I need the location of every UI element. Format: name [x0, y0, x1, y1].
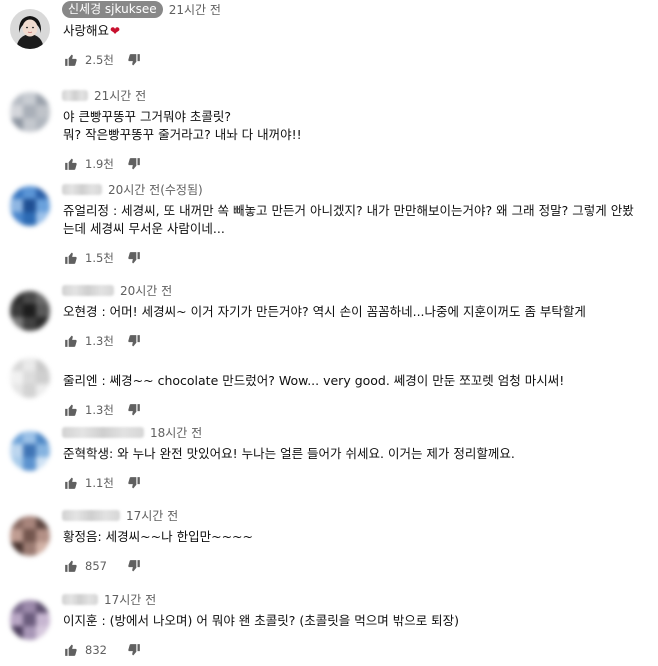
like-count: 857	[85, 559, 107, 573]
avatar[interactable]	[10, 291, 50, 331]
comment-text-line: 쥬얼리정 : 세경씨, 또 내꺼만 쏙 빼놓고 만든거 아니겠지? 내가 만만해…	[63, 202, 653, 220]
avatar[interactable]	[10, 186, 50, 226]
comment-text-content: 황정음: 세경씨~~나 한입만~~~~	[63, 529, 254, 544]
comment-text-content: 뭐? 작은빵꾸똥꾸 줄거라고? 내놔 다 내꺼야!!	[63, 127, 302, 142]
author-name-redacted[interactable]	[62, 426, 144, 438]
thumbs-down-icon[interactable]	[127, 643, 141, 657]
comment-actions: 857	[64, 558, 141, 574]
comment-text-line: 사랑해요❤	[63, 22, 653, 40]
author-name-redacted[interactable]	[62, 284, 114, 296]
thumbs-down-icon[interactable]	[127, 334, 141, 348]
comment-actions: 1.9천	[64, 156, 141, 172]
timestamp[interactable]: 21시간 전	[169, 1, 221, 18]
timestamp[interactable]: 20시간 전	[120, 282, 172, 299]
thumbs-up-icon[interactable]	[64, 559, 78, 573]
comment-text: 쥬얼리정 : 세경씨, 또 내꺼만 쏙 빼놓고 만든거 아니겠지? 내가 만만해…	[63, 202, 653, 238]
like-count: 832	[85, 643, 107, 657]
thumbs-up-icon[interactable]	[64, 643, 78, 657]
thumbs-up-icon[interactable]	[64, 53, 78, 67]
like-count: 1.3천	[85, 403, 114, 417]
comment-text-content: 이지훈 : (방에서 나오며) 어 뭐야 왠 초콜릿? (초콜릿을 먹으며 밖으…	[63, 613, 460, 628]
comment-text-content: 줄리엔 : 쎄경~~ chocolate 만드렀어? Wow... very g…	[63, 373, 565, 388]
comment-text-line: 이지훈 : (방에서 나오며) 어 뭐야 왠 초콜릿? (초콜릿을 먹으며 밖으…	[63, 612, 653, 630]
comment-text-line: 는데 세경씨 무서운 사람이네...	[63, 220, 653, 238]
author-name-redacted[interactable]	[62, 89, 88, 101]
thumbs-down-icon[interactable]	[127, 251, 141, 265]
avatar[interactable]	[10, 431, 50, 471]
comment-header: 17시간 전	[62, 590, 156, 608]
thumbs-down-icon[interactable]	[127, 157, 141, 171]
timestamp[interactable]: 17시간 전	[104, 591, 156, 608]
timestamp[interactable]: 20시간 전(수정됨)	[108, 181, 203, 198]
thumbs-up-icon[interactable]	[64, 334, 78, 348]
comment-text-content: 오현경 : 어머! 세경씨~ 이거 자기가 만든거야? 역시 손이 꼼꼼하네..…	[63, 304, 586, 319]
like-count: 1.9천	[85, 157, 114, 171]
comment-header: 18시간 전	[62, 423, 202, 441]
heart-icon: ❤	[110, 24, 121, 38]
timestamp[interactable]: 21시간 전	[94, 87, 146, 104]
comment-text: 사랑해요❤	[63, 22, 653, 40]
comment-text: 야 큰빵꾸똥꾸 그거뭐야 초콜릿? 뭐? 작은빵꾸똥꾸 줄거라고? 내놔 다 내꺼…	[63, 108, 653, 144]
comment-text-content: 쥬얼리정 : 세경씨, 또 내꺼만 쏙 빼놓고 만든거 아니겠지? 내가 만만해…	[63, 203, 634, 218]
author-name-redacted[interactable]	[62, 183, 102, 195]
thumbs-down-icon[interactable]	[127, 53, 141, 67]
comment-text-line: 뭐? 작은빵꾸똥꾸 줄거라고? 내놔 다 내꺼야!!	[63, 126, 653, 144]
comment-text: 이지훈 : (방에서 나오며) 어 뭐야 왠 초콜릿? (초콜릿을 먹으며 밖으…	[63, 612, 653, 630]
comment-text-line: 준혁학생: 와 누나 완전 맛있어요! 누나는 얼른 들어가 쉬세요. 이거는 …	[63, 445, 653, 463]
comment-text: 오현경 : 어머! 세경씨~ 이거 자기가 만든거야? 역시 손이 꼼꼼하네..…	[63, 303, 653, 321]
comment-text-content: 야 큰빵꾸똥꾸 그거뭐야 초콜릿?	[63, 109, 232, 124]
timestamp[interactable]: 17시간 전	[126, 507, 178, 524]
comment-actions: 2.5천	[64, 52, 141, 68]
avatar[interactable]	[10, 600, 50, 640]
comment-text-content: 는데 세경씨 무서운 사람이네...	[63, 221, 225, 236]
like-count: 1.5천	[85, 251, 114, 265]
comment-text-line: 야 큰빵꾸똥꾸 그거뭐야 초콜릿?	[63, 108, 653, 126]
thumbs-up-icon[interactable]	[64, 157, 78, 171]
comment-text: 준혁학생: 와 누나 완전 맛있어요! 누나는 얼른 들어가 쉬세요. 이거는 …	[63, 445, 653, 463]
thumbs-down-icon[interactable]	[127, 476, 141, 490]
comment-header: 21시간 전	[62, 86, 146, 104]
comment-header: 17시간 전	[62, 506, 178, 524]
thumbs-up-icon[interactable]	[64, 251, 78, 265]
avatar[interactable]	[10, 358, 50, 398]
thumbs-down-icon[interactable]	[127, 403, 141, 417]
comment-text-line: 오현경 : 어머! 세경씨~ 이거 자기가 만든거야? 역시 손이 꼼꼼하네..…	[63, 303, 653, 321]
comment-text: 황정음: 세경씨~~나 한입만~~~~	[63, 528, 653, 546]
author-name-redacted[interactable]	[62, 509, 120, 521]
like-count: 2.5천	[85, 53, 114, 67]
comment-header: 20시간 전(수정됨)	[62, 180, 203, 198]
thumbs-up-icon[interactable]	[64, 476, 78, 490]
comment-header: 신세경 sjkuksee 21시간 전	[62, 0, 221, 18]
avatar[interactable]	[10, 92, 50, 132]
comment-actions: 1.1천	[64, 475, 141, 491]
author-name-redacted[interactable]	[62, 593, 98, 605]
avatar[interactable]	[10, 9, 50, 49]
like-count: 1.1천	[85, 476, 114, 490]
comment-actions: 832	[64, 642, 141, 658]
thumbs-down-icon[interactable]	[127, 559, 141, 573]
comment-text-content: 준혁학생: 와 누나 완전 맛있어요! 누나는 얼른 들어가 쉬세요. 이거는 …	[63, 446, 515, 461]
like-count: 1.3천	[85, 334, 114, 348]
comment-actions: 1.3천	[64, 333, 141, 349]
comment-text-content: 사랑해요	[63, 23, 110, 38]
thumbs-up-icon[interactable]	[64, 403, 78, 417]
avatar[interactable]	[10, 516, 50, 556]
comment-actions: 1.3천	[64, 402, 141, 418]
comment-text-line: 황정음: 세경씨~~나 한입만~~~~	[63, 528, 653, 546]
comment-text-line: 줄리엔 : 쎄경~~ chocolate 만드렀어? Wow... very g…	[63, 372, 653, 390]
comment-actions: 1.5천	[64, 250, 141, 266]
comment-text: 줄리엔 : 쎄경~~ chocolate 만드렀어? Wow... very g…	[63, 372, 653, 390]
timestamp[interactable]: 18시간 전	[150, 424, 202, 441]
comment-header: 20시간 전	[62, 281, 172, 299]
author-name[interactable]: 신세경 sjkuksee	[62, 0, 163, 18]
